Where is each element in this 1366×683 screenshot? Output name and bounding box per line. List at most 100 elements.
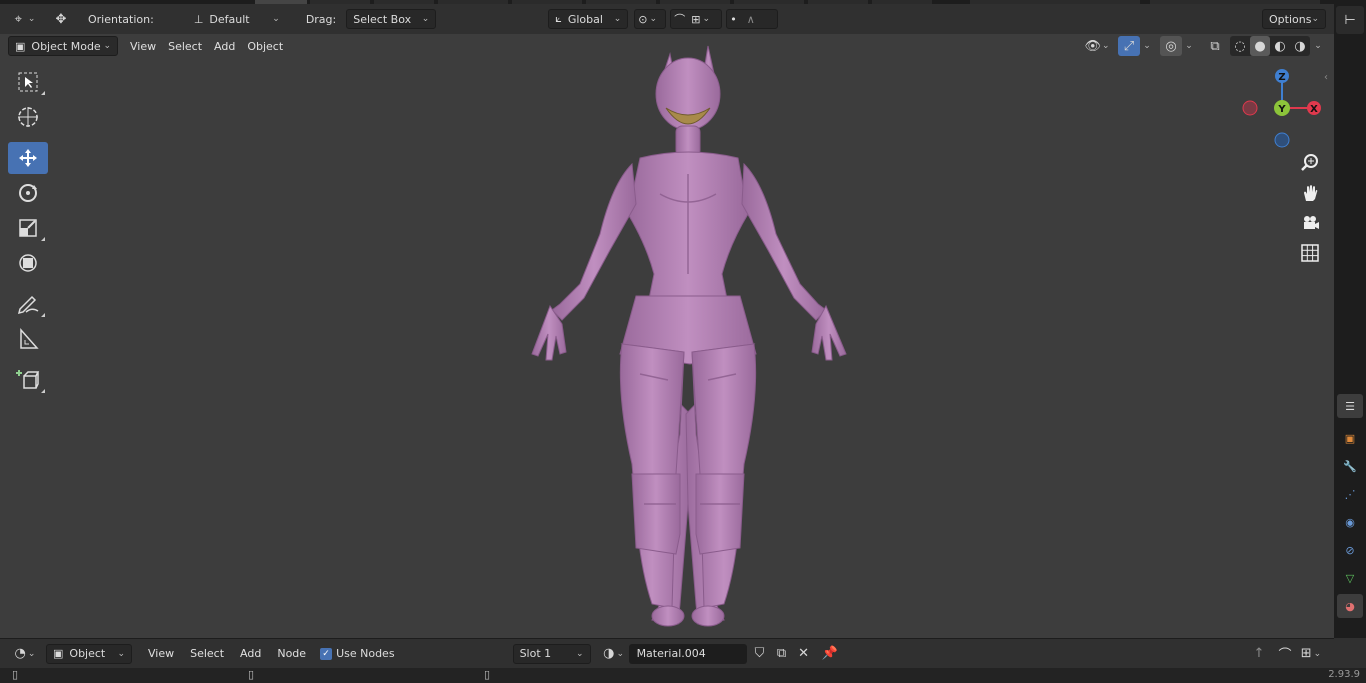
options-dropdown[interactable]: Options ⌄: [1262, 9, 1326, 29]
scale-tool[interactable]: [8, 212, 48, 244]
menu-add[interactable]: Add: [208, 38, 241, 55]
move-tool-icon[interactable]: ✥: [50, 9, 72, 29]
scale-icon: [19, 219, 37, 237]
xray-toggle[interactable]: ⧉: [1204, 36, 1226, 56]
perspective-toggle-button[interactable]: [1297, 240, 1323, 266]
snap-controls[interactable]: ⌒ ⊞ ⌄: [670, 9, 723, 29]
mode-dropdown[interactable]: ▣ Object Mode ⌄: [8, 36, 118, 56]
select-box-icon: [18, 72, 38, 92]
measure-icon: [20, 328, 39, 349]
tool-options-indicator: [41, 237, 45, 241]
snap-toggle[interactable]: ⌒: [1274, 644, 1296, 664]
sidebar-expand-icon[interactable]: ‹: [1324, 72, 1328, 83]
pin-button[interactable]: 📌: [819, 644, 841, 664]
shader-type-dropdown[interactable]: ▣ Object ⌄: [46, 643, 132, 664]
editor-type-dropdown[interactable]: ⌖ ⌄: [10, 9, 40, 29]
eye-icon: 👁: [1084, 38, 1101, 54]
tab-tool[interactable]: ☰: [1337, 394, 1363, 418]
editor-type-dropdown[interactable]: ◔ ⌄: [10, 644, 40, 664]
shading-dropdown[interactable]: ⌄: [1310, 36, 1326, 56]
wrench-icon: 🔧: [1343, 459, 1357, 473]
use-nodes-toggle[interactable]: ✓ Use Nodes: [320, 647, 395, 660]
shader-editor-header: ◔ ⌄ ▣ Object ⌄ View Select Add Node ✓ Use…: [0, 638, 1334, 668]
orientation-dropdown[interactable]: ⊥ Default ⌄: [188, 9, 286, 29]
tab-particles[interactable]: ⋰: [1337, 482, 1363, 506]
chevron-down-icon: ⌄: [649, 14, 657, 24]
character-model[interactable]: [0, 34, 1334, 638]
tab-modifiers[interactable]: 🔧: [1337, 454, 1363, 478]
transform-orientation-dropdown[interactable]: ⟀ Global ⌄: [548, 9, 629, 29]
transform-icon: [19, 254, 37, 272]
mouse-left-icon: ▯: [12, 668, 19, 681]
menu-object[interactable]: Object: [241, 38, 289, 55]
shading-modes: ◌ ● ◐ ◑: [1230, 36, 1310, 56]
snap-grid-icon: ⊞: [1300, 646, 1312, 661]
cursor-icon: [18, 107, 38, 127]
rotate-tool[interactable]: [8, 177, 48, 209]
material-name-field[interactable]: Material.004: [628, 643, 747, 664]
chevron-down-icon: ⌄: [103, 41, 111, 51]
transform-orientation-value: Global: [567, 12, 603, 26]
wireframe-shading-icon[interactable]: ◌: [1230, 36, 1250, 56]
add-cube-tool[interactable]: [8, 364, 48, 396]
material-shading-icon[interactable]: ◐: [1270, 36, 1290, 56]
fake-user-button[interactable]: ⛉: [749, 644, 771, 664]
tab-material[interactable]: ◕: [1337, 594, 1363, 618]
solid-shading-icon[interactable]: ●: [1250, 36, 1270, 56]
checkbox-checked-icon: ✓: [320, 647, 333, 660]
tab-data[interactable]: ▽: [1337, 566, 1363, 590]
camera-view-button[interactable]: [1297, 210, 1323, 236]
visibility-dropdown[interactable]: 👁 ⌄: [1082, 36, 1112, 56]
tab-physics[interactable]: ◉: [1337, 510, 1363, 534]
xray-icon: ⧉: [1210, 38, 1220, 54]
proportional-edit-icon: •: [730, 12, 737, 26]
gizmo-neg-z[interactable]: [1274, 132, 1290, 148]
menu-node[interactable]: Node: [271, 645, 312, 662]
slot-dropdown[interactable]: Slot 1 ⌄: [512, 643, 591, 664]
object-icon: ▣: [53, 647, 64, 660]
chevron-down-icon: ⌄: [1101, 41, 1110, 51]
menu-select[interactable]: Select: [184, 645, 230, 662]
unlink-material-button[interactable]: ✕: [793, 644, 815, 664]
outliner-icon: ⊢: [1344, 12, 1356, 28]
menu-view[interactable]: View: [124, 38, 162, 55]
menu-add[interactable]: Add: [234, 645, 267, 662]
pan-button[interactable]: [1297, 180, 1323, 206]
magnet-icon: ⌒: [1278, 648, 1292, 663]
pivot-point-dropdown[interactable]: ⊙ ⌄: [634, 9, 667, 29]
drag-dropdown[interactable]: Select Box ⌄: [346, 9, 437, 29]
cursor-tool[interactable]: [8, 101, 48, 133]
snap-element-dropdown[interactable]: ⊞ ⌄: [1296, 644, 1326, 664]
chevron-down-icon: ⌄: [27, 14, 36, 24]
parent-node-tree-button[interactable]: ↑: [1248, 644, 1270, 664]
overlays-toggle[interactable]: ◎: [1160, 36, 1182, 56]
menu-view[interactable]: View: [142, 645, 180, 662]
gizmo-neg-x[interactable]: [1242, 100, 1258, 116]
zoom-button[interactable]: [1297, 150, 1323, 176]
use-nodes-label: Use Nodes: [336, 647, 395, 660]
tab-object[interactable]: ▣: [1337, 426, 1363, 450]
annotate-tool[interactable]: [8, 288, 48, 320]
tab-constraints[interactable]: ⊘: [1337, 538, 1363, 562]
orientation-label: Orientation:: [88, 12, 154, 26]
mouse-right-icon: ▯: [484, 668, 491, 681]
select-box-tool[interactable]: [8, 66, 48, 98]
chevron-down-icon: ⌄: [1143, 41, 1151, 51]
material-browse-dropdown[interactable]: ◑ ⌄: [599, 644, 629, 664]
measure-tool[interactable]: [8, 323, 48, 355]
gizmo-dropdown[interactable]: ⌄: [1140, 36, 1154, 56]
rendered-shading-icon[interactable]: ◑: [1290, 36, 1310, 56]
duplicate-material-button[interactable]: ⧉: [771, 644, 793, 664]
move-tool[interactable]: [8, 142, 48, 174]
navigation-gizmo[interactable]: Z X Y: [1236, 64, 1326, 154]
proportional-editing-controls[interactable]: • ∧: [726, 9, 779, 29]
gizmo-y-label: Y: [1277, 104, 1286, 115]
tool-options-indicator: [41, 389, 45, 393]
outliner-toggle[interactable]: ⊢: [1336, 6, 1364, 34]
tool-settings-icon: ☰: [1345, 399, 1355, 413]
3d-viewport[interactable]: [0, 34, 1334, 638]
menu-select[interactable]: Select: [162, 38, 208, 55]
overlays-dropdown[interactable]: ⌄: [1182, 36, 1196, 56]
transform-tool[interactable]: [8, 247, 48, 279]
gizmo-toggle[interactable]: ⤢: [1118, 36, 1140, 56]
